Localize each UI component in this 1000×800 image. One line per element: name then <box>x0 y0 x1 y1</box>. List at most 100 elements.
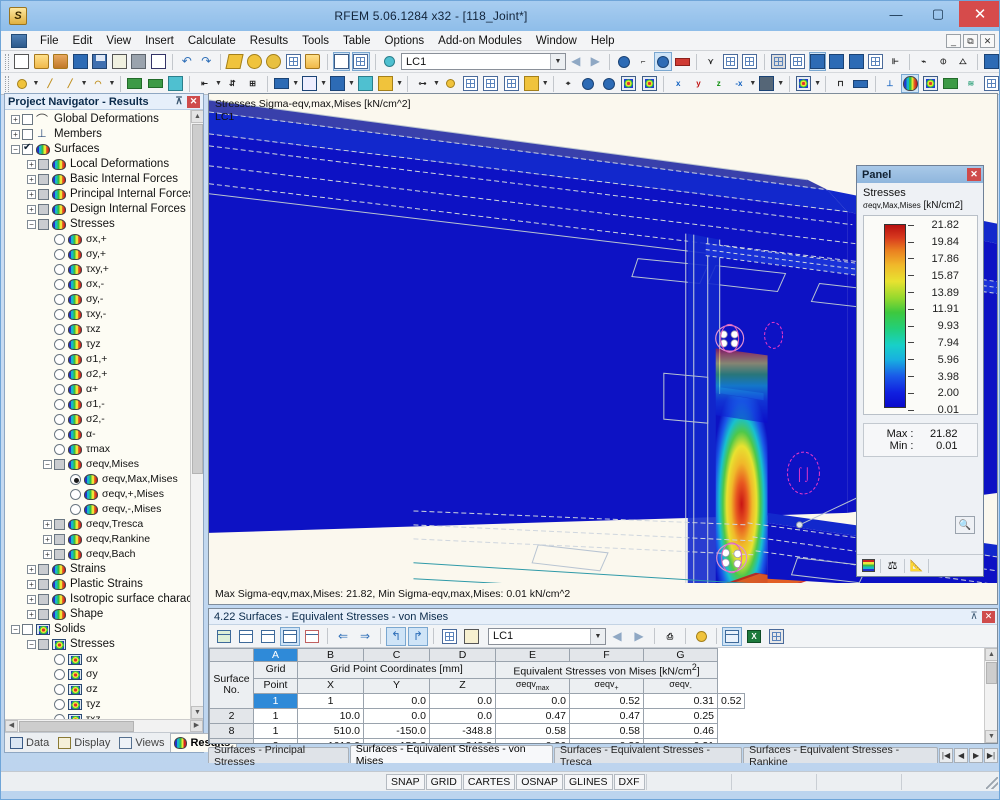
tree-item[interactable]: + Strains <box>5 562 203 577</box>
cell-sigma-eqv-max[interactable]: 0.47 <box>495 708 570 725</box>
row-header-surface-no[interactable] <box>209 738 254 743</box>
scroll-up-icon[interactable]: ▲ <box>191 110 203 123</box>
shade-icon[interactable] <box>758 74 776 93</box>
clipping-icon[interactable] <box>852 74 870 93</box>
table-filter-icon[interactable] <box>280 626 300 646</box>
results-data-table[interactable]: A B C D E F G Surface No. Grid Grid Point Coordina… <box>209 648 746 743</box>
zoom-fit-icon[interactable] <box>653 52 672 71</box>
snap-icon[interactable]: ⌁ <box>915 52 933 71</box>
tree-item[interactable]: τmax <box>5 442 203 457</box>
tree-checkbox[interactable] <box>38 174 49 185</box>
load-case-combo[interactable]: LC1 ▼ <box>401 53 566 70</box>
cell-sigma-eqv-max[interactable]: 0.58 <box>495 723 570 740</box>
tree-item[interactable]: σeqv,Max,Mises <box>5 472 203 487</box>
render-wire-icon[interactable] <box>789 52 807 71</box>
tree-checkbox[interactable] <box>22 624 33 635</box>
tree-item[interactable]: σ2,- <box>5 412 203 427</box>
scroll-thumb[interactable] <box>192 124 203 474</box>
expand-icon[interactable]: + <box>27 580 36 589</box>
open-recent-icon[interactable] <box>52 52 70 71</box>
last-tab-button[interactable]: ▶| <box>984 748 999 763</box>
row-header-surface-no[interactable]: 1 <box>253 693 298 710</box>
expand-icon[interactable]: + <box>27 610 36 619</box>
cell-coord-y[interactable]: 0.0 <box>429 693 496 710</box>
cell-sigma-eqv-minus[interactable]: 0.52 <box>716 693 746 710</box>
print-icon[interactable] <box>130 52 148 71</box>
tree-item[interactable]: τyz <box>5 337 203 352</box>
cell-sigma-eqv-plus[interactable]: 0.31 <box>643 693 718 710</box>
column-header-E[interactable]: E <box>495 648 570 662</box>
first-tab-button[interactable]: |◀ <box>939 748 954 763</box>
tree-item[interactable]: − Surfaces <box>5 142 203 157</box>
scroll-down-icon[interactable]: ▼ <box>191 706 203 719</box>
tree-item[interactable]: + Global Deformations <box>5 111 203 128</box>
status-grid[interactable]: GRID <box>425 773 462 790</box>
table-chart-icon[interactable] <box>302 627 322 646</box>
view-x-icon[interactable]: x <box>669 74 687 93</box>
row-header-surface-no[interactable]: 2 <box>209 708 254 725</box>
chevron-down-icon[interactable]: ▼ <box>348 74 356 93</box>
tree-checkbox[interactable] <box>22 129 33 140</box>
close-icon[interactable]: ✕ <box>187 95 200 108</box>
column-header-B[interactable]: B <box>297 648 364 662</box>
prev-lc-icon[interactable]: ◀ <box>607 627 627 646</box>
scroll-left-icon[interactable]: ◀ <box>5 720 18 732</box>
cell-coord-x[interactable]: 510.0 <box>297 723 364 740</box>
axis-icon[interactable]: ⧍ <box>954 52 972 71</box>
cell-grid-point[interactable]: 1 <box>253 723 298 740</box>
grid-settings-icon[interactable] <box>439 627 459 646</box>
expand-icon[interactable]: + <box>27 205 36 214</box>
cell-coord-y[interactable]: -150.0 <box>363 723 430 740</box>
close-icon[interactable]: ✕ <box>967 168 981 181</box>
tree-checkbox[interactable] <box>54 534 65 545</box>
cell-coord-z[interactable]: 0.0 <box>495 693 570 710</box>
expand-icon[interactable]: + <box>43 520 52 529</box>
chevron-down-icon[interactable]: ▼ <box>549 54 565 69</box>
pin-icon[interactable]: ⊼ <box>173 96 185 107</box>
chevron-down-icon[interactable]: ▼ <box>396 74 404 93</box>
tree-item[interactable]: σx,+ <box>5 232 203 247</box>
zoom-minus-icon[interactable] <box>599 74 617 93</box>
scroll-right-icon[interactable]: ▶ <box>190 720 203 732</box>
tree-item[interactable]: σx <box>5 652 203 667</box>
expand-icon[interactable]: + <box>43 535 52 544</box>
toolbar-grip-2[interactable] <box>5 75 9 92</box>
chevron-down-icon[interactable]: ▼ <box>215 74 223 93</box>
print-preview-icon[interactable] <box>150 52 168 71</box>
tree-item[interactable]: + Local Deformations <box>5 157 203 172</box>
next-col-icon[interactable]: ⇒ <box>355 627 375 646</box>
pan-icon[interactable] <box>285 52 303 71</box>
expand-icon[interactable]: + <box>27 595 36 604</box>
tree-radio[interactable] <box>54 669 65 680</box>
select-icon[interactable]: ⌖ <box>559 74 577 93</box>
menu-edit[interactable]: Edit <box>66 33 100 49</box>
tree-item[interactable]: + Shape <box>5 607 203 622</box>
cell-coord-z[interactable]: 0.0 <box>429 708 496 725</box>
tab-tresca[interactable]: Surfaces - Equivalent Stresses - Tresca <box>554 744 743 768</box>
surface-icon[interactable] <box>166 74 184 93</box>
results-grid-icon[interactable] <box>848 52 866 71</box>
scale-icon[interactable]: ⚖ <box>884 557 901 574</box>
close-button[interactable]: ✕ <box>959 1 999 27</box>
chevron-down-icon[interactable]: ▼ <box>80 74 88 93</box>
table-load-case-combo[interactable]: LC1 ▼ <box>488 627 606 645</box>
prev-col-icon[interactable]: ⇐ <box>333 627 353 646</box>
mesh-icon[interactable]: ⋎ <box>702 52 720 71</box>
nodal-release-icon[interactable]: ⊶ <box>413 74 431 93</box>
chevron-down-icon[interactable]: ▼ <box>541 74 549 93</box>
scroll-down-icon[interactable]: ▼ <box>985 730 997 743</box>
tree-checkbox[interactable] <box>38 219 49 230</box>
support-icon[interactable] <box>126 74 144 93</box>
next-load-case-icon[interactable]: ▶ <box>586 52 604 71</box>
column-header-G[interactable]: G <box>643 648 718 662</box>
opening-icon[interactable] <box>377 74 395 93</box>
tree-checkbox[interactable] <box>38 189 49 200</box>
undo-icon[interactable]: ↶ <box>178 52 196 71</box>
excel-export-icon[interactable]: X <box>744 627 764 646</box>
tree-item[interactable]: + Isotropic surface character <box>5 592 203 607</box>
tree-radio[interactable] <box>70 504 81 515</box>
member-hinge-icon[interactable]: ⊞ <box>243 74 261 93</box>
cell-coord-x[interactable]: 0.0 <box>363 693 430 710</box>
tree-item[interactable]: + σeqv,Rankine <box>5 532 203 547</box>
cell-sigma-eqv-minus[interactable]: 0.25 <box>643 708 718 725</box>
